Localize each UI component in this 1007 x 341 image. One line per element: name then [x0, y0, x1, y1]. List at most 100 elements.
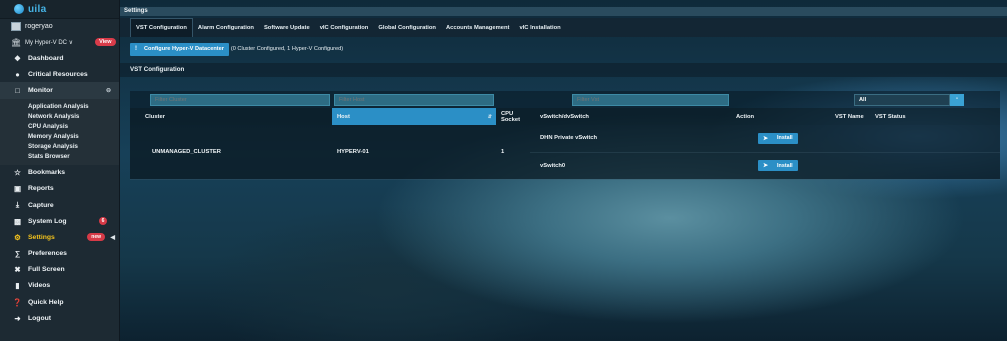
configure-button-label: Configure Hyper-V Datacenter: [144, 46, 224, 52]
sidebar-item-label: Preferences: [28, 250, 67, 258]
cell-vst-name: [830, 125, 870, 153]
tab-global-configuration[interactable]: Global Configuration: [373, 25, 441, 37]
sidebar-item-capture[interactable]: ⤓ Capture: [0, 197, 119, 213]
tab-accounts-management[interactable]: Accounts Management: [441, 25, 514, 37]
install-label: Install: [777, 162, 793, 169]
tab-alarm-configuration[interactable]: Alarm Configuration: [193, 25, 259, 37]
datacenter-selector[interactable]: 🏛 My Hyper-V DC ∨ View: [0, 34, 119, 50]
video-icon: ▮: [15, 281, 20, 291]
cell-vswitch: vSwitch0: [530, 152, 731, 180]
sidebar-item-preferences[interactable]: ∑ Preferences: [0, 246, 119, 262]
install-label: Install: [777, 135, 793, 142]
install-button[interactable]: ➤ Install: [758, 132, 798, 144]
configure-status: (0 Cluster Configured, 1 Hyper-V Configu…: [230, 46, 344, 52]
section-title: VST Configuration: [120, 63, 1007, 77]
sidebar-item-label: Reports: [28, 185, 54, 193]
sidebar-item-settings[interactable]: ⚙ Settings new ◀: [0, 229, 119, 245]
log-icon: ▩: [13, 216, 22, 226]
cell-cluster: UNMANAGED_CLUSTER: [130, 125, 332, 180]
sidebar-subitem-memory-analysis[interactable]: Memory Analysis: [0, 132, 119, 142]
status-select-value: All: [854, 93, 950, 106]
tab-vic-installation[interactable]: vIC Installation: [514, 25, 565, 37]
sidebar-item-reports[interactable]: ▣ Reports: [0, 181, 119, 197]
col-host-label: Host: [337, 113, 350, 120]
sidebar-item-label: Full Screen: [28, 266, 65, 274]
sidebar-subitem-application-analysis[interactable]: Application Analysis: [0, 102, 119, 112]
main-content: Settings VST Configuration Alarm Configu…: [120, 0, 1007, 341]
logo[interactable]: uila: [0, 0, 119, 19]
cell-vst-status: [870, 152, 1000, 180]
filter-host-input[interactable]: [334, 93, 494, 106]
sidebar-item-label: Videos: [28, 282, 51, 290]
sidebar-item-bookmarks[interactable]: ☆ Bookmarks: [0, 165, 119, 181]
home-icon: ❖: [14, 53, 21, 63]
cell-vst-status: [870, 125, 1000, 153]
sidebar-subitem-network-analysis[interactable]: Network Analysis: [0, 112, 119, 122]
sidebar-item-videos[interactable]: ▮ Videos: [0, 278, 119, 294]
cell-host: HYPERV-01: [332, 125, 496, 180]
col-cluster[interactable]: Cluster: [130, 108, 332, 125]
col-vswitch[interactable]: vSwitch/dvSwitch: [530, 108, 731, 125]
filter-vst-input[interactable]: [572, 93, 729, 106]
logo-text: uila: [28, 3, 47, 15]
tab-software-update[interactable]: Software Update: [259, 25, 315, 37]
install-button[interactable]: ➤ Install: [758, 160, 798, 171]
tab-vic-configuration[interactable]: vIC Configuration: [315, 25, 374, 37]
collapse-icon[interactable]: ⊖: [106, 87, 111, 94]
sidebar-item-dashboard[interactable]: ❖ Dashboard: [0, 50, 119, 66]
sidebar-item-label: Capture: [28, 201, 54, 209]
view-button[interactable]: View: [95, 38, 116, 46]
user-name: rogeryao: [25, 23, 53, 30]
sidebar-item-label: Dashboard: [28, 54, 64, 62]
col-host[interactable]: Host ⇵: [332, 108, 496, 125]
alert-icon: !: [135, 46, 137, 52]
sidebar-subitem-cpu-analysis[interactable]: CPU Analysis: [0, 122, 119, 132]
sidebar-subitem-storage-analysis[interactable]: Storage Analysis: [0, 142, 119, 152]
status-select[interactable]: All -: [854, 93, 964, 106]
toolbar: ! Configure Hyper-V Datacenter (0 Cluste…: [120, 37, 1007, 61]
dropdown-icon[interactable]: -: [950, 93, 964, 106]
avatar: [11, 22, 21, 31]
table-row: UNMANAGED_CLUSTER HYPERV-01 1 DHN Privat…: [130, 125, 1000, 180]
tab-vst-configuration[interactable]: VST Configuration: [130, 18, 193, 37]
fullscreen-icon: ✖: [14, 265, 21, 275]
col-cpu-socket[interactable]: CPU Socket: [496, 108, 530, 125]
vst-table: All - Cluster Host ⇵ CPU Socket vSwitch/…: [130, 91, 1000, 180]
sidebar-item-quick-help[interactable]: ❓ Quick Help: [0, 294, 119, 310]
filter-cluster-input[interactable]: [150, 93, 330, 106]
page-title: Settings: [120, 7, 1007, 16]
sidebar-item-system-log[interactable]: ▩ System Log 6: [0, 213, 119, 229]
monitor-submenu: Application Analysis Network Analysis CP…: [0, 98, 119, 165]
star-icon: ☆: [14, 168, 21, 178]
sidebar-subitem-stats-browser[interactable]: Stats Browser: [0, 152, 119, 162]
datacenter-icon: 🏛: [11, 37, 22, 47]
filter-row: All -: [130, 91, 1000, 108]
sidebar-item-critical-resources[interactable]: ● Critical Resources: [0, 66, 119, 82]
report-icon: ▣: [13, 184, 22, 194]
sidebar-item-label: Quick Help: [28, 298, 64, 306]
col-action[interactable]: Action: [731, 108, 830, 125]
send-icon: ➤: [763, 135, 769, 142]
cell-cpu-socket: 1: [496, 125, 530, 180]
col-vst-status[interactable]: VST Status: [870, 108, 1000, 125]
sidebar-item-label: Critical Resources: [28, 70, 88, 78]
sidebar-item-logout[interactable]: ➜ Logout: [0, 310, 119, 326]
table-header: Cluster Host ⇵ CPU Socket vSwitch/dvSwit…: [130, 108, 1000, 125]
cell-vst-name: [830, 152, 870, 180]
send-icon: ➤: [763, 163, 769, 169]
caret-left-icon: ◀: [110, 234, 115, 241]
sidebar-item-label: Bookmarks: [28, 169, 66, 177]
notification-badge: 6: [99, 217, 107, 226]
col-vst-name[interactable]: VST Name: [830, 108, 870, 125]
sidebar-item-label: System Log: [28, 217, 67, 225]
download-icon: ⤓: [15, 200, 20, 210]
configure-hyperv-button[interactable]: ! Configure Hyper-V Datacenter: [130, 42, 229, 56]
datacenter-label[interactable]: My Hyper-V DC ∨: [25, 39, 73, 46]
tab-bar: VST Configuration Alarm Configuration So…: [120, 18, 1007, 37]
sidebar-item-monitor[interactable]: □ Monitor ⊖: [0, 82, 119, 99]
monitor-icon: □: [15, 85, 20, 95]
sidebar-item-full-screen[interactable]: ✖ Full Screen: [0, 262, 119, 278]
sidebar-item-label: Monitor: [28, 86, 53, 94]
sidebar: uila rogeryao 🏛 My Hyper-V DC ∨ View ❖ D…: [0, 0, 120, 341]
user-profile[interactable]: rogeryao: [0, 19, 119, 34]
